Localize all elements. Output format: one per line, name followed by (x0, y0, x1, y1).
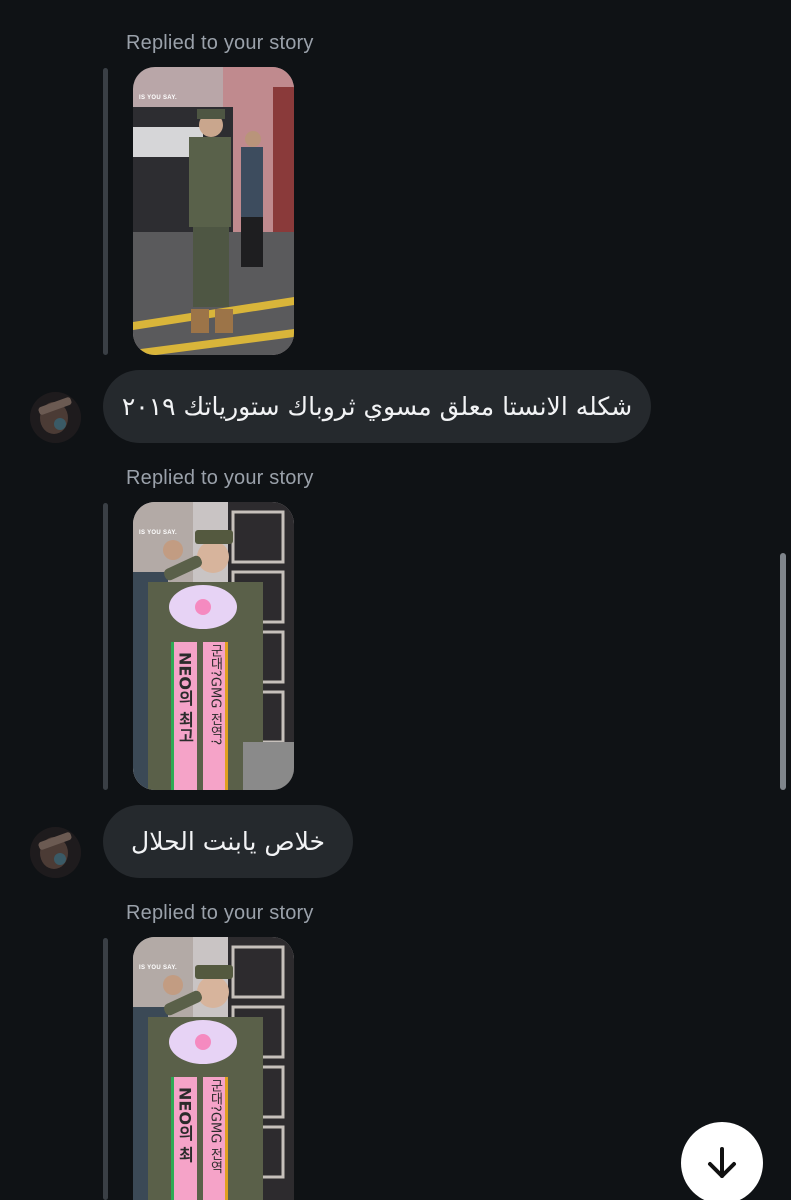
story-watermark: IS YOU SAY. (139, 965, 177, 971)
story-image (133, 67, 294, 355)
story-thumbnail[interactable]: IS YOU SAY. (133, 67, 294, 355)
message-bubble[interactable]: خلاص يابنت الحلال (103, 805, 353, 878)
reply-quote-bar (103, 503, 108, 790)
arrow-down-icon (708, 1147, 736, 1178)
avatar-photo (30, 392, 81, 443)
ribbon-left-text: NEO의 최고 (176, 652, 195, 744)
sender-avatar[interactable] (30, 827, 81, 878)
story-image: NEO의 최 군대?GMG 전역 (133, 937, 294, 1200)
replied-to-story-label: Replied to your story (126, 467, 314, 489)
chat-thread: Replied to your story IS YOU SAY. شكله ا… (0, 0, 791, 1200)
story-thumbnail[interactable]: NEO의 최 군대?GMG 전역 IS YOU SAY. (133, 937, 294, 1200)
ribbon-left-text: NEO의 최 (176, 1087, 195, 1164)
ribbon-right-text: 군대?GMG 전역 (208, 1079, 223, 1174)
sender-avatar[interactable] (30, 392, 81, 443)
scroll-to-bottom-button[interactable] (681, 1122, 763, 1200)
reply-quote-bar (103, 68, 108, 355)
replied-to-story-label: Replied to your story (126, 32, 314, 54)
avatar-photo (30, 827, 81, 878)
message-bubble[interactable]: شكله الانستا معلق مسوي ثروباك ستورياتك ٢… (103, 370, 651, 443)
story-image: NEO의 최고 군대?GMG 전역? (133, 502, 294, 790)
reply-quote-bar (103, 938, 108, 1200)
story-thumbnail[interactable]: NEO의 최고 군대?GMG 전역? IS YOU SAY. (133, 502, 294, 790)
story-watermark: IS YOU SAY. (139, 530, 177, 536)
scrollbar[interactable] (780, 553, 786, 790)
ribbon-right-text: 군대?GMG 전역? (208, 644, 223, 745)
replied-to-story-label: Replied to your story (126, 902, 314, 924)
story-watermark: IS YOU SAY. (139, 95, 177, 101)
